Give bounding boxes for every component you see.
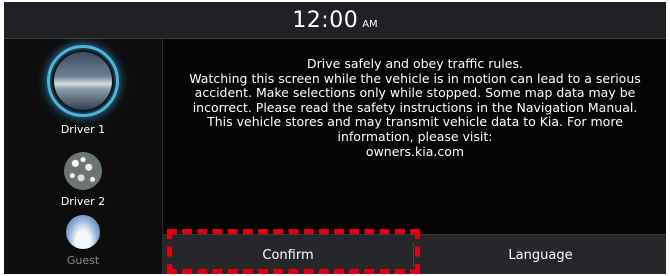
message-line: Drive safely and obey traffic rules. [307, 56, 523, 71]
message-line: This vehicle stores and may transmit veh… [207, 114, 623, 130]
action-bar: Confirm Language [163, 234, 666, 274]
profile-driver-1[interactable]: Driver 1 [4, 45, 162, 136]
clock-ampm: AM [362, 18, 378, 30]
profile-guest[interactable]: Guest [4, 215, 162, 267]
safety-message: Drive safely and obey traffic rules. Wat… [181, 56, 649, 159]
button-divider [413, 243, 414, 267]
message-line: Watching this screen while the vehicle i… [189, 70, 641, 86]
profile-driver-2[interactable]: Driver 2 [4, 152, 162, 208]
message-link: owners.kia.com [365, 143, 465, 159]
message-line: incorrect. Please read the safety instru… [192, 99, 638, 115]
profile-label-driver-2: Driver 2 [60, 195, 106, 208]
message-line: information, please visit: [337, 128, 493, 144]
profile-label-guest: Guest [66, 254, 100, 267]
profile-sidebar: Driver 1 Driver 2 Guest [4, 39, 163, 274]
guest-avatar [66, 215, 100, 249]
confirm-button[interactable]: Confirm [163, 235, 413, 274]
driver-2-avatar [64, 152, 102, 190]
infotainment-screen: 12:00 AM Driver 1 Driver 2 Guest Drive s… [4, 2, 666, 274]
language-button[interactable]: Language [415, 235, 666, 274]
safety-message-panel: Drive safely and obey traffic rules. Wat… [163, 39, 666, 234]
profile-label-driver-1: Driver 1 [60, 123, 106, 136]
driver-1-avatar [54, 52, 112, 110]
selected-profile-ring [47, 45, 119, 117]
clock-time: 12:00 [292, 7, 359, 33]
message-line: accident. Make selections only while sto… [194, 85, 636, 101]
status-bar: 12:00 AM [4, 2, 666, 39]
